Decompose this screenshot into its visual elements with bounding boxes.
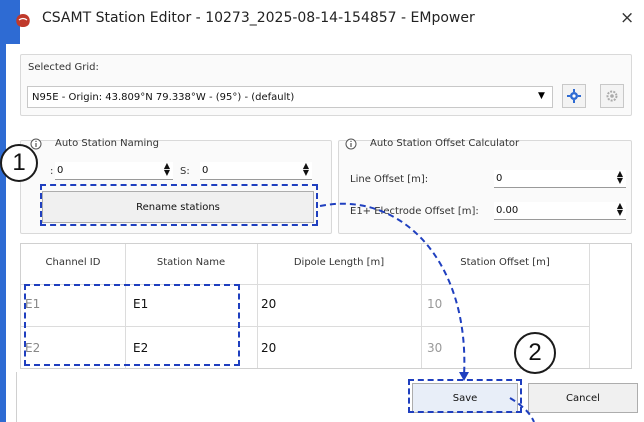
arrow-rename-to-save (319, 202, 466, 377)
arrow-save-to-next (509, 397, 535, 422)
callout-step-1: 1 (0, 144, 38, 182)
arrow-head (459, 372, 469, 381)
callout-step-2: 2 (514, 332, 556, 374)
